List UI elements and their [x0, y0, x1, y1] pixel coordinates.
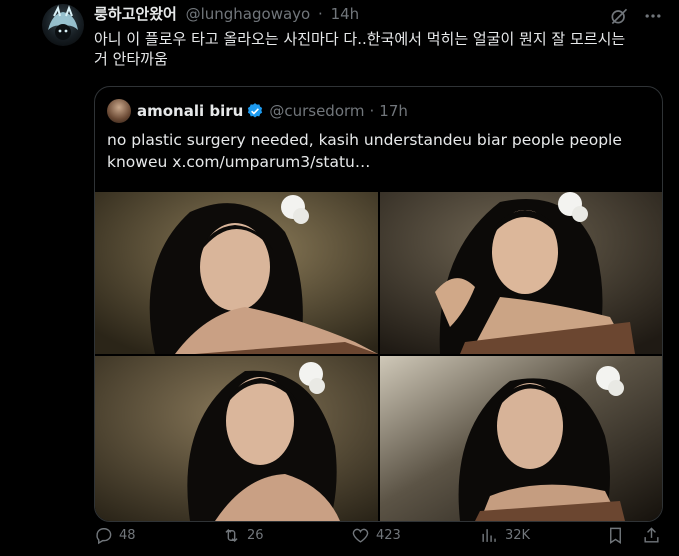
- views-count: 32K: [505, 528, 531, 543]
- like-count: 423: [376, 528, 401, 543]
- repost-count: 26: [247, 528, 264, 543]
- quoted-author-avatar[interactable]: [107, 99, 131, 123]
- photo-1[interactable]: [95, 192, 378, 354]
- quoted-tweet[interactable]: amonali biru @cursedorm · 17h no plastic…: [94, 86, 663, 522]
- photo-3[interactable]: [95, 356, 378, 521]
- photo-4[interactable]: [380, 356, 662, 521]
- quoted-tweet-text: no plastic surgery needed, kasih underst…: [107, 129, 647, 173]
- quoted-tweet-header: amonali biru @cursedorm · 17h: [107, 99, 408, 123]
- separator-dot: ·: [318, 5, 323, 23]
- quoted-tweet-link[interactable]: x.com/umparum3/statu…: [172, 153, 370, 171]
- tweet[interactable]: 룽하고안왔어 @lunghagowayo · 14h 아니 이 플로우 타고 올…: [0, 0, 679, 556]
- quoted-author-handle[interactable]: @cursedorm: [269, 102, 364, 120]
- bookmark-button[interactable]: [606, 526, 625, 545]
- verified-badge-icon: [246, 102, 264, 120]
- bookmark-icon: [610, 527, 621, 544]
- grok-icon[interactable]: [609, 6, 629, 26]
- repost-button[interactable]: 26: [222, 526, 264, 545]
- photo-2[interactable]: [380, 192, 662, 354]
- more-icon[interactable]: [643, 6, 663, 26]
- views-button[interactable]: 32K: [480, 526, 530, 545]
- heart-icon: [352, 528, 369, 543]
- like-button[interactable]: 423: [351, 526, 401, 545]
- quoted-author-name[interactable]: amonali biru: [137, 102, 243, 120]
- views-icon: [482, 529, 496, 542]
- reply-count: 48: [119, 528, 136, 543]
- author-name[interactable]: 룽하고안왔어: [94, 5, 177, 23]
- tweet-top-actions: [609, 6, 663, 26]
- author-handle[interactable]: @lunghagowayo: [186, 5, 311, 23]
- reply-button[interactable]: 48: [94, 526, 136, 545]
- tweet-text: 아니 이 플로우 타고 올라오는 사진마다 다..한국에서 먹히는 얼굴이 뭔지…: [94, 30, 626, 68]
- tweet-header: 룽하고안왔어 @lunghagowayo · 14h: [94, 4, 359, 24]
- repost-icon: [225, 528, 238, 543]
- share-icon: [644, 527, 659, 543]
- quoted-tweet-time[interactable]: 17h: [379, 102, 408, 120]
- separator-dot: ·: [369, 102, 375, 120]
- photo-grid: [95, 192, 662, 521]
- reply-icon: [96, 528, 112, 545]
- share-button[interactable]: [642, 526, 661, 545]
- author-avatar[interactable]: [42, 4, 84, 46]
- tweet-time[interactable]: 14h: [331, 5, 360, 23]
- tweet-actions-bar: 48 26 423 32K: [94, 526, 669, 550]
